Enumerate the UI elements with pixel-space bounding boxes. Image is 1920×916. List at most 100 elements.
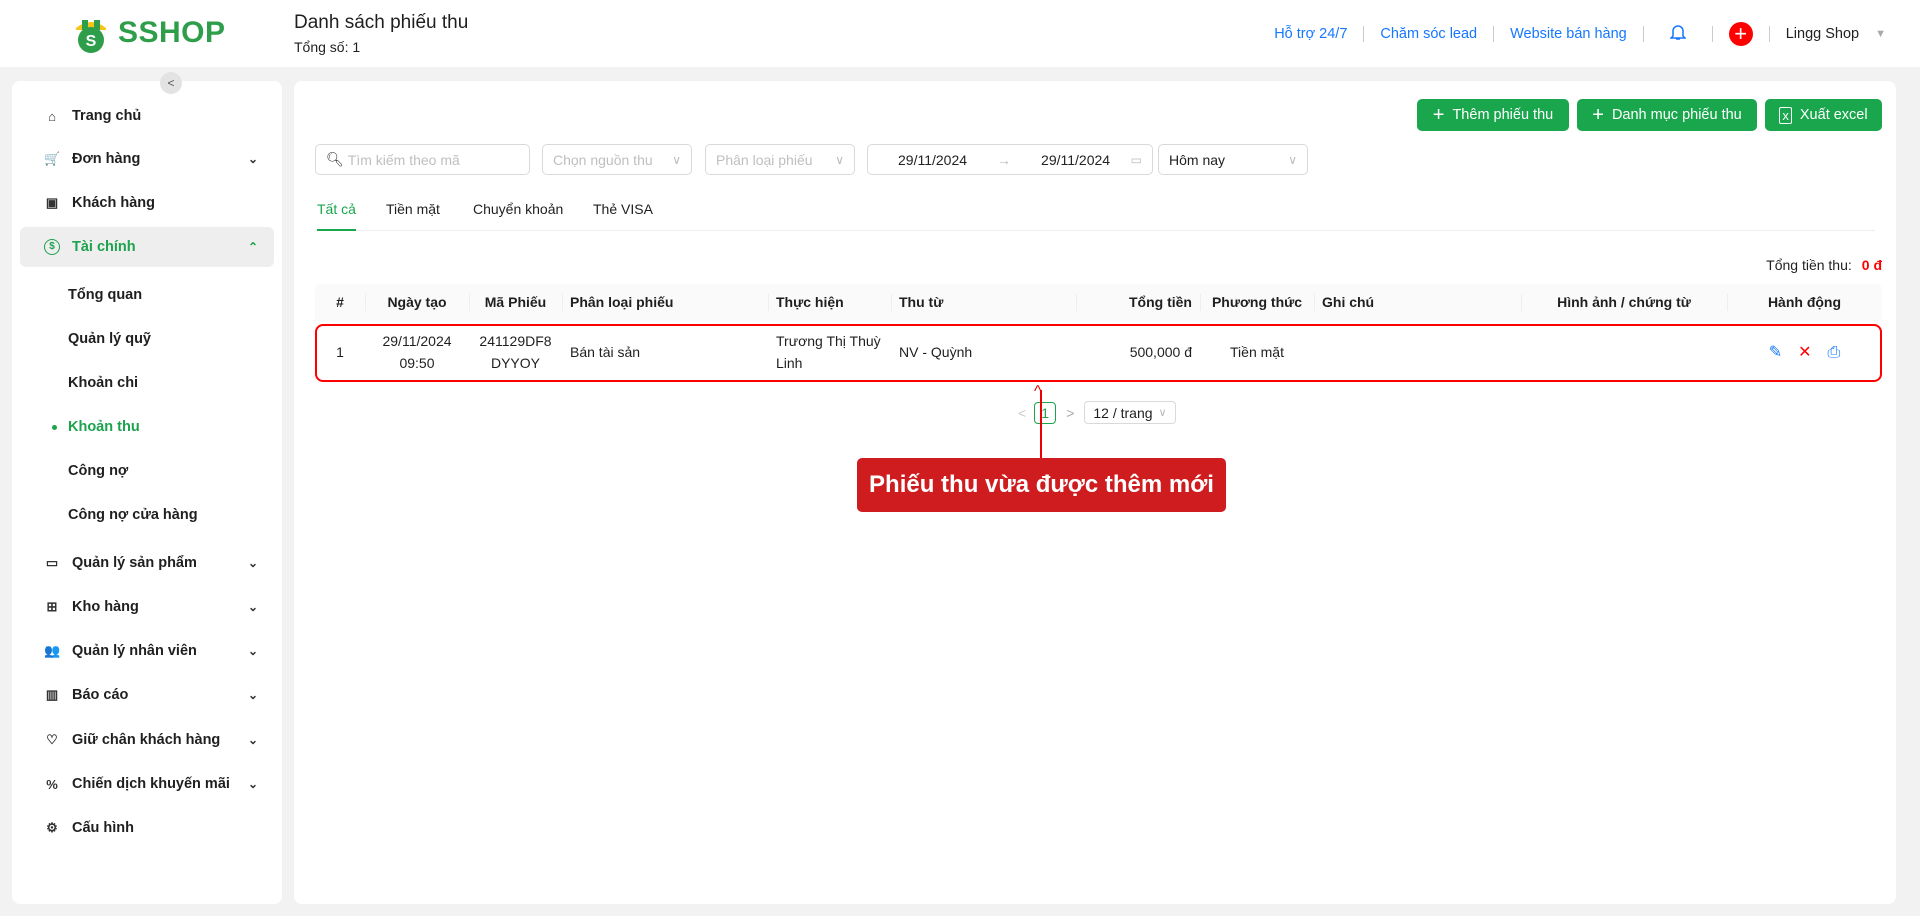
svg-text:S: S [86, 33, 97, 50]
date-range-picker[interactable]: 29/11/2024 → 29/11/2024 ▭ [867, 144, 1153, 175]
arrow-head-icon: ^ [1034, 383, 1042, 400]
source-select[interactable]: Chọn nguồn thu ∨ [542, 144, 692, 175]
col-header: Ngày tạo [365, 284, 469, 321]
tabs: Tất cả Tiền mặt Chuyển khoản Thẻ VISA [315, 201, 1875, 231]
sidebar-item-retention[interactable]: ♡ Giữ chân khách hàng ⌄ [20, 720, 274, 760]
search-input[interactable]: 🔍︎ Tìm kiếm theo mã [315, 144, 530, 175]
add-icon[interactable]: + [1728, 22, 1753, 46]
sidebar-subitem-overview[interactable]: Tổng quan [20, 275, 274, 315]
home-icon: ⌂ [48, 108, 56, 124]
tab-transfer[interactable]: Chuyển khoản [473, 201, 563, 231]
received-from: NV - Quỳnh [899, 344, 973, 361]
lead-care-link[interactable]: Chăm sóc lead [1380, 26, 1477, 42]
sidebar-subitem-expenses[interactable]: Khoản chi [20, 363, 274, 403]
sidebar-item-label: Công nợ cửa hàng [68, 507, 198, 523]
chevron-down-icon: ⌄ [247, 644, 258, 658]
chevron-down-icon: ∨ [835, 152, 844, 167]
note [1314, 326, 1521, 380]
sidebar-item-label: Báo cáo [72, 687, 129, 703]
col-header: Tổng tiền [1076, 284, 1200, 321]
sidebar-item-promotions[interactable]: % Chiến dịch khuyến mãi ⌄ [20, 764, 274, 804]
delete-icon[interactable]: ✕ [1798, 341, 1811, 366]
sidebar-item-home[interactable]: ⌂ Trang chủ [20, 96, 274, 136]
top-header: S SSHOP Danh sách phiếu thu Tổng số: 1 H… [0, 0, 1920, 67]
heart-icon: ♡ [46, 732, 58, 747]
sidebar-item-label: Khoản thu [68, 419, 140, 435]
sidebar-item-label: Giữ chân khách hàng [72, 732, 221, 748]
bar-chart-icon: ▥ [45, 687, 59, 702]
user-menu[interactable]: Lingg Shop [1786, 26, 1859, 42]
sidebar-item-label: Khoản chi [68, 375, 139, 391]
performed-by: Trương Thị Thuỳ Linh [768, 326, 891, 380]
next-page-icon[interactable]: > [1066, 405, 1074, 421]
select-value: Hôm nay [1169, 151, 1226, 168]
sidebar-item-settings[interactable]: ⚙ Cấu hình [20, 808, 274, 848]
divider [1493, 26, 1495, 42]
page-1[interactable]: 1 [1034, 401, 1057, 424]
chevron-down-icon: ⌄ [247, 556, 258, 570]
date-from[interactable]: 29/11/2024 [898, 152, 967, 168]
cart-icon: 🛒 [44, 151, 61, 166]
date-to[interactable]: 29/11/2024 [1041, 152, 1110, 168]
sidebar-item-reports[interactable]: ▥ Báo cáo ⌄ [20, 675, 274, 715]
annotation-arrow [1040, 390, 1042, 458]
total-value: 0 đ [1861, 257, 1882, 273]
sidebar-item-label: Kho hàng [72, 599, 139, 615]
total-count: Tổng số: 1 [294, 39, 361, 55]
export-excel-button[interactable]: x Xuất excel [1765, 99, 1882, 131]
receipt-code: 241129DF8 DYYOY [469, 326, 562, 380]
logo[interactable]: S SSHOP [70, 12, 226, 54]
support-link[interactable]: Hỗ trợ 24/7 [1274, 26, 1347, 42]
table-row[interactable]: 1 29/11/2024 09:50 241129DF8 DYYOY Bán tài… [315, 324, 1882, 382]
sidebar-item-customers[interactable]: ▣ Khách hàng [20, 183, 274, 223]
receipt-category-button[interactable]: + Danh mục phiếu thu [1577, 99, 1757, 131]
sidebar-item-label: Công nợ [68, 463, 129, 479]
time: 09:50 [399, 355, 435, 371]
add-receipt-button[interactable]: + Thêm phiếu thu [1417, 99, 1569, 131]
chevron-down-icon: ⌄ [247, 777, 258, 791]
col-header: Hành động [1727, 284, 1882, 321]
sidebar-subitem-fund[interactable]: Quản lý quỹ [20, 319, 274, 359]
website-link[interactable]: Website bán hàng [1510, 26, 1627, 42]
sidebar-item-products[interactable]: ▭ Quản lý sản phẩm ⌄ [20, 543, 274, 583]
code-line: 241129DF8 [479, 333, 552, 350]
chevron-down-icon: ∨ [672, 152, 681, 167]
sidebar-subitem-debt[interactable]: Công nợ [20, 451, 274, 491]
sidebar-item-label: Trang chủ [72, 108, 142, 124]
range-select[interactable]: Hôm nay ∨ [1158, 144, 1308, 175]
button-label: Danh mục phiếu thu [1611, 107, 1742, 123]
col-header: Hình ảnh / chứng từ [1521, 284, 1727, 321]
select-placeholder: Phân loại phiếu [716, 151, 813, 168]
sidebar-item-warehouse[interactable]: ⊞ Kho hàng ⌄ [20, 587, 274, 627]
divider [1363, 26, 1365, 42]
sidebar: < ⌂ Trang chủ 🛒 Đơn hàng ⌄ ▣ Khách hàng $ Tài… [12, 72, 282, 904]
print-icon[interactable]: ⎙ [1828, 341, 1841, 366]
tab-cash[interactable]: Tiền mặt [386, 201, 440, 231]
sidebar-item-label: Đơn hàng [72, 151, 141, 167]
button-label: Xuất excel [1799, 107, 1868, 123]
total-amount: Tổng tiền thu: 0 đ [1766, 257, 1882, 273]
sidebar-item-staff[interactable]: 👥 Quản lý nhân viên ⌄ [20, 631, 274, 671]
date: 29/11/2024 [382, 333, 452, 350]
tab-visa[interactable]: Thẻ VISA [593, 201, 653, 231]
logo-text: SSHOP [118, 16, 226, 49]
type-select[interactable]: Phân loại phiếu ∨ [705, 144, 855, 175]
sidebar-subitem-store-debt[interactable]: Công nợ cửa hàng [20, 495, 274, 535]
tab-all[interactable]: Tất cả [317, 201, 356, 231]
caret-down-icon[interactable]: ▼ [1875, 28, 1886, 40]
sidebar-item-finance[interactable]: $ Tài chính ⌃ [20, 227, 274, 267]
page-size-select[interactable]: 12 / trang ∨ [1084, 401, 1176, 424]
sidebar-subitem-receipts[interactable]: Khoản thu [20, 407, 274, 447]
name-line: Linh [776, 355, 803, 371]
sidebar-item-label: Quản lý sản phẩm [72, 555, 197, 571]
bell-icon[interactable] [1668, 23, 1687, 45]
warehouse-icon: ⊞ [46, 599, 58, 614]
sidebar-item-orders[interactable]: 🛒 Đơn hàng ⌄ [20, 139, 274, 179]
gear-icon: ⚙ [46, 820, 58, 835]
edit-icon[interactable]: ✎ [1769, 341, 1782, 366]
collapse-sidebar-button[interactable]: < [160, 72, 182, 94]
calendar-icon: ▭ [1130, 152, 1142, 167]
prev-page-icon[interactable]: < [1018, 405, 1026, 421]
users-icon: 👥 [44, 643, 61, 658]
annotation-callout: Phiếu thu vừa được thêm mới [857, 458, 1226, 512]
